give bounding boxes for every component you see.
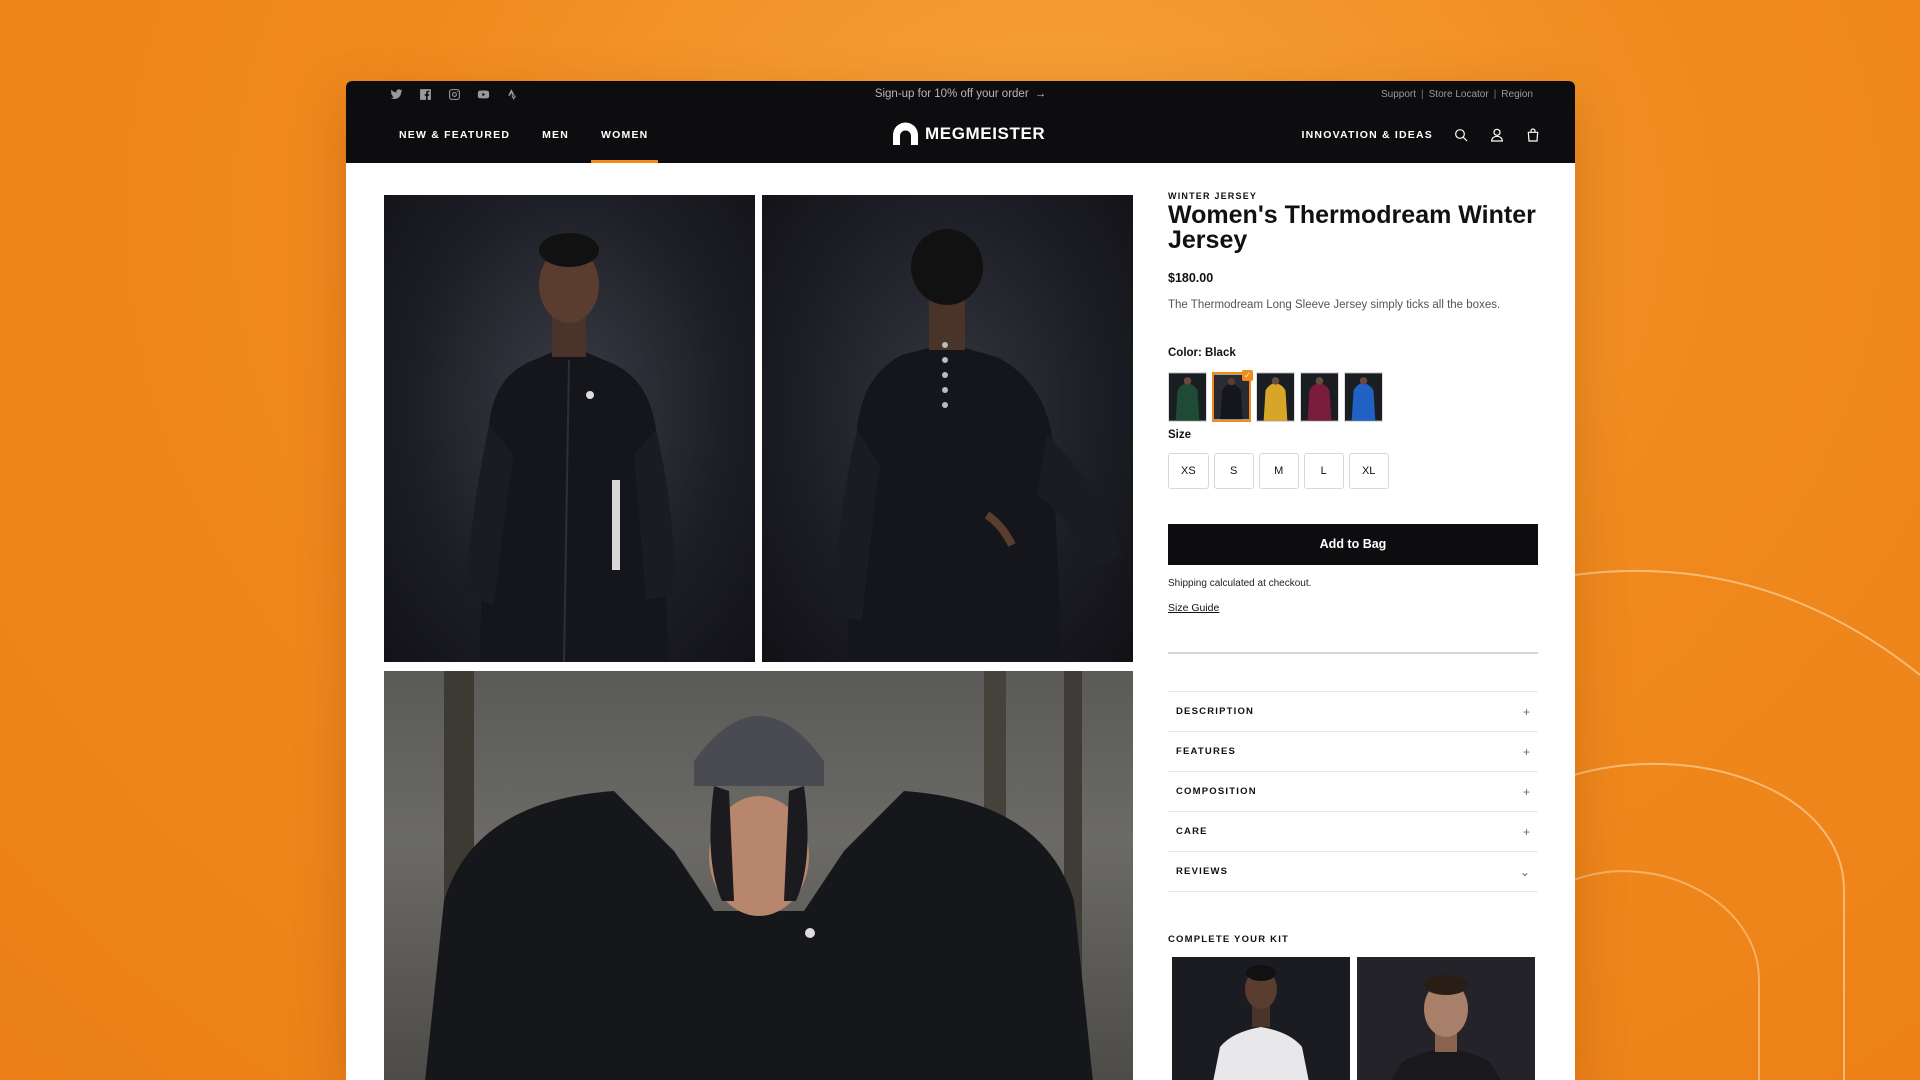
- accordion-care[interactable]: CARE +: [1168, 812, 1538, 852]
- product-lifestyle-image[interactable]: [384, 671, 1133, 1080]
- plus-icon: +: [1522, 784, 1530, 799]
- accordion-description[interactable]: DESCRIPTION +: [1168, 692, 1538, 732]
- browser-window: Sign-up for 10% off your order → Support …: [346, 81, 1575, 1080]
- color-swatches: ✓: [1168, 370, 1538, 422]
- plus-icon: +: [1522, 824, 1530, 839]
- promo-text[interactable]: Sign-up for 10% off your order: [875, 88, 1029, 100]
- chevron-down-icon: ⌄: [1519, 864, 1530, 879]
- bag-icon[interactable]: [1525, 127, 1541, 143]
- kit-product-card[interactable]: [1357, 957, 1535, 1080]
- decorative-arcs: [1574, 569, 1920, 1080]
- product-image-back[interactable]: [762, 195, 1133, 662]
- color-swatch-yellow[interactable]: [1256, 372, 1295, 422]
- accordion-label: DESCRIPTION: [1176, 706, 1255, 717]
- right-nav: INNOVATION & IDEAS: [1302, 124, 1541, 146]
- plus-icon: +: [1522, 704, 1530, 719]
- color-swatch-black[interactable]: ✓: [1212, 370, 1253, 422]
- product-accordion: DESCRIPTION + FEATURES + COMPOSITION + C…: [1168, 691, 1538, 892]
- jersey-back-illustration: [832, 229, 1122, 662]
- size-xl-button[interactable]: XL: [1348, 453, 1389, 489]
- separator: |: [1421, 89, 1424, 100]
- size-s-button[interactable]: S: [1213, 453, 1254, 489]
- region-link[interactable]: Region: [1501, 86, 1533, 104]
- product-description: The Thermodream Long Sleeve Jersey simpl…: [1168, 299, 1501, 311]
- accordion-composition[interactable]: COMPOSITION +: [1168, 772, 1538, 812]
- size-m-button[interactable]: M: [1258, 453, 1299, 489]
- selected-check-icon: ✓: [1242, 370, 1253, 381]
- brand-logo[interactable]: MEGMEISTER: [892, 122, 1045, 146]
- search-icon[interactable]: [1453, 127, 1469, 143]
- support-link[interactable]: Support: [1381, 86, 1416, 104]
- accordion-label: FEATURES: [1176, 746, 1237, 757]
- size-xs-button[interactable]: XS: [1168, 453, 1209, 489]
- accordion-label: REVIEWS: [1176, 866, 1229, 877]
- jersey-front-illustration: [464, 233, 676, 662]
- product-category: WINTER JERSEY: [1168, 191, 1258, 201]
- accordion-reviews[interactable]: REVIEWS ⌄: [1168, 852, 1538, 892]
- accordion-label: COMPOSITION: [1176, 786, 1257, 797]
- cyclist-illustration: [425, 671, 1093, 1080]
- complete-your-kit-heading: COMPLETE YOUR KIT: [1168, 934, 1290, 945]
- nav-innovation-ideas[interactable]: INNOVATION & IDEAS: [1302, 124, 1433, 146]
- account-icon[interactable]: [1489, 127, 1505, 143]
- product-price: $180.00: [1168, 271, 1214, 285]
- kit-products: [1168, 957, 1538, 1080]
- kit-product-card[interactable]: [1172, 957, 1350, 1080]
- size-guide-link[interactable]: Size Guide: [1168, 602, 1219, 614]
- utility-links: Support | Store Locator | Region: [1381, 86, 1533, 104]
- separator: |: [1493, 89, 1497, 100]
- color-swatch-green[interactable]: [1168, 372, 1207, 422]
- site-header: Sign-up for 10% off your order → Support …: [346, 81, 1575, 163]
- color-label: Color: Black: [1168, 347, 1236, 359]
- size-options: XS S M L XL: [1168, 453, 1538, 489]
- nav-women[interactable]: WOMEN: [590, 124, 659, 163]
- product-title: Women's Thermodream Winter Jersey: [1168, 201, 1536, 254]
- shipping-note: Shipping calculated at checkout.: [1168, 578, 1312, 589]
- arrow-right-icon: →: [1034, 88, 1047, 100]
- color-swatch-burgundy[interactable]: [1300, 372, 1339, 422]
- nav-men[interactable]: MEN: [542, 124, 569, 163]
- size-l-button[interactable]: L: [1303, 453, 1344, 489]
- logo-arch-icon: [893, 122, 918, 145]
- accordion-features[interactable]: FEATURES +: [1168, 732, 1538, 772]
- nav-new-featured[interactable]: NEW & FEATURED: [399, 124, 510, 163]
- product-details: WINTER JERSEY Women's Thermodream Winter…: [1168, 191, 1538, 1080]
- store-locator-link[interactable]: Store Locator: [1429, 86, 1489, 104]
- accordion-label: CARE: [1176, 826, 1208, 837]
- product-image-front[interactable]: [384, 195, 755, 662]
- plus-icon: +: [1522, 744, 1530, 759]
- size-label: Size: [1168, 429, 1192, 441]
- main-nav: NEW & FEATURED MEN WOMEN: [399, 124, 659, 163]
- divider: [1168, 652, 1538, 654]
- color-swatch-blue[interactable]: [1344, 372, 1383, 422]
- brand-name: MEGMEISTER: [925, 124, 1046, 143]
- add-to-bag-button[interactable]: Add to Bag: [1168, 524, 1538, 565]
